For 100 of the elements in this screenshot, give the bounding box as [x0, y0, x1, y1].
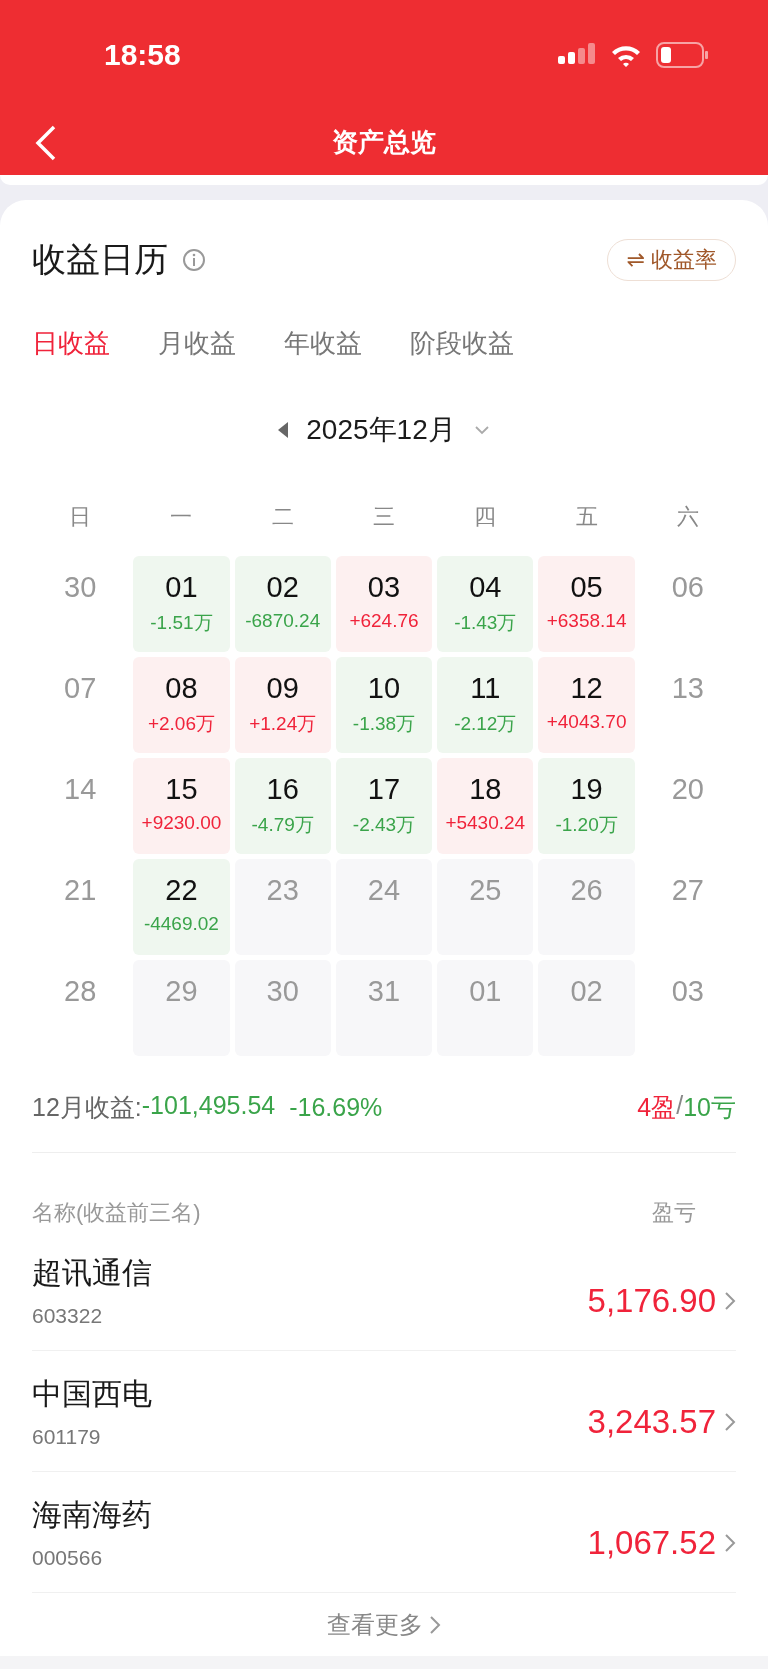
chevron-right-icon [724, 1291, 736, 1311]
day-number: 10 [367, 671, 401, 705]
wifi-icon [610, 43, 642, 67]
day-number: 23 [266, 873, 299, 907]
chevron-right-icon [724, 1412, 736, 1432]
card-title: 收益日历 [32, 239, 168, 280]
day-profit: -1.51万 [150, 611, 213, 635]
day-profit: -4.79万 [251, 813, 314, 837]
day-number: 25 [469, 873, 502, 907]
day-number: 08 [165, 671, 198, 705]
day-number: 27 [671, 873, 704, 907]
day-cell[interactable]: 19 -1.20万 [538, 758, 635, 854]
day-number: 02 [266, 570, 299, 604]
day-number: 18 [469, 772, 502, 806]
loss-count: 10亏 [683, 1091, 736, 1123]
day-number: 21 [64, 873, 97, 907]
day-number: 03 [671, 974, 704, 1008]
day-profit: -1.38万 [352, 712, 416, 736]
day-cell[interactable]: 11 -2.12万 [437, 657, 534, 753]
column-header: 盈亏 [652, 1198, 696, 1227]
day-number: 24 [367, 873, 401, 907]
day-profit: +1.24万 [249, 712, 317, 736]
day-number: 13 [671, 671, 704, 705]
day-number: 09 [266, 671, 299, 705]
status-time: 18:58 [104, 38, 181, 72]
column-header: 名称(收益前三名) [32, 1198, 201, 1227]
stock-name: 超讯通信 [32, 1254, 152, 1291]
day-cell[interactable]: 03 +624.76 [335, 556, 433, 652]
tab[interactable]: 日收益 [32, 325, 110, 361]
info-icon[interactable] [182, 248, 206, 272]
profit-link[interactable]: 1,067.52 [587, 1524, 736, 1562]
day-profit: +624.76 [349, 610, 419, 632]
day-profit: -4469.02 [143, 913, 219, 935]
day-profit: +5430.24 [445, 812, 526, 834]
win-count: 4盈 [637, 1091, 677, 1123]
day-number: 16 [266, 772, 299, 806]
day-cell[interactable]: 10 -1.38万 [335, 657, 433, 753]
day-cell[interactable]: 01 -1.51万 [133, 556, 230, 652]
summary-percent: -16.69% [289, 1092, 383, 1122]
day-profit: -1.43万 [454, 611, 517, 635]
chevron-right-icon [724, 1533, 736, 1553]
day-number: 29 [165, 974, 198, 1008]
day-number: 31 [367, 974, 401, 1008]
battery-icon [656, 42, 708, 68]
weekday-label: 日 [68, 503, 93, 531]
day-number: 06 [671, 570, 704, 604]
stock-name: 中国西电 [32, 1375, 152, 1412]
day-cell[interactable]: 08 +2.06万 [133, 657, 230, 753]
day-cell[interactable]: 12 +4043.70 [538, 657, 635, 753]
chevron-right-icon [429, 1615, 441, 1635]
day-cell[interactable]: 16 -4.79万 [234, 758, 331, 854]
day-number: 20 [671, 772, 704, 806]
day-cell[interactable]: 09 +1.24万 [234, 657, 331, 753]
stock-code: 000566 [32, 1545, 104, 1570]
day-number: 07 [64, 671, 97, 705]
day-cell[interactable]: 05 +6358.14 [538, 556, 635, 652]
day-number: 03 [367, 570, 401, 604]
day-number: 19 [570, 772, 603, 806]
day-cell[interactable]: 04 -1.43万 [437, 556, 534, 652]
day-number: 15 [165, 772, 198, 806]
summary-label: 12月收益: [32, 1091, 142, 1123]
day-number: 17 [367, 772, 401, 806]
day-number: 30 [266, 974, 299, 1008]
stock-code: 603322 [32, 1303, 104, 1328]
day-profit: +9230.00 [141, 812, 222, 834]
day-cell[interactable]: 15 +9230.00 [133, 758, 230, 854]
yield-rate-toggle[interactable]: ⇌ 收益率 [607, 239, 736, 281]
tab[interactable]: 年收益 [284, 325, 362, 361]
profit-link[interactable]: 5,176.90 [587, 1282, 736, 1320]
tab[interactable]: 月收益 [158, 325, 236, 361]
day-number: 11 [470, 671, 501, 705]
weekday-label: 一 [169, 503, 194, 531]
weekday-label: 六 [675, 503, 700, 531]
summary-amount: -101,495.54 [141, 1090, 276, 1121]
page-title: 资产总览 [332, 126, 436, 159]
tab[interactable]: 阶段收益 [410, 325, 514, 361]
weekday-label: 四 [473, 503, 498, 531]
day-number: 02 [570, 974, 603, 1008]
previous-month-icon[interactable] [278, 422, 289, 438]
day-number: 05 [570, 570, 603, 604]
stock-code: 601179 [32, 1424, 102, 1449]
day-profit: +6358.14 [546, 610, 627, 632]
chevron-down-icon[interactable] [473, 425, 490, 435]
day-cell[interactable]: 02 -6870.24 [234, 556, 331, 652]
day-cell[interactable]: 17 -2.43万 [335, 758, 433, 854]
count-separator: / [676, 1090, 684, 1121]
view-more-link[interactable]: 查看更多 [327, 1609, 441, 1641]
weekday-label: 二 [270, 503, 295, 531]
month-selector[interactable]: 2025年12月 [306, 411, 456, 449]
weekday-label: 三 [372, 503, 396, 531]
day-profit: -1.20万 [555, 813, 618, 837]
weekday-label: 五 [574, 503, 599, 531]
day-number: 30 [64, 570, 97, 604]
profit-link[interactable]: 3,243.57 [587, 1403, 736, 1441]
day-cell[interactable]: 22 -4469.02 [133, 859, 230, 955]
day-cell[interactable]: 18 +5430.24 [437, 758, 534, 854]
stock-name: 海南海药 [32, 1496, 152, 1533]
day-number: 22 [165, 873, 198, 907]
day-profit: -2.43万 [352, 813, 416, 837]
day-profit: -2.12万 [454, 712, 517, 736]
